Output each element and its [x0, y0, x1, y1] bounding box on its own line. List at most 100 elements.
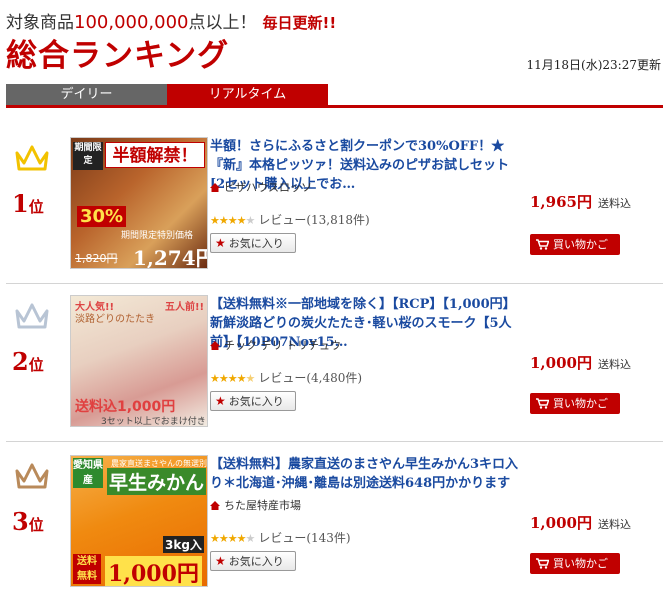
price: 1,000円 送料込	[530, 512, 631, 533]
rating-stars: ★★★★★	[210, 214, 255, 227]
ranking-tabs: デイリー リアルタイム	[6, 84, 663, 108]
update-timestamp: 11月18日(水)23:27更新	[526, 58, 662, 72]
cart-wheel-left	[539, 247, 543, 250]
review-count-link[interactable]: レビュー(4,480件)	[258, 371, 362, 385]
thumb-top-right: 五人前!!	[165, 302, 205, 313]
thumb-free: 送料無料	[73, 554, 101, 584]
favorite-label: お気に入り	[228, 555, 284, 568]
ranking-item: 1位 期間限定 半額解禁！ 30% 期間限定特別価格 1,820円 1,274円…	[6, 137, 663, 272]
house-shape	[210, 501, 220, 510]
house-shape	[210, 341, 220, 350]
cart-icon	[536, 398, 549, 409]
thumb-label-main: 早生みかん	[107, 468, 207, 495]
thumb-pct: 30%	[77, 206, 127, 227]
thumb-price: 1,000円	[105, 556, 202, 586]
rating-stars: ★★★★★	[210, 372, 255, 385]
favorite-label: お気に入り	[228, 237, 284, 250]
shop-link[interactable]: ちた屋特産市場	[210, 497, 301, 513]
item-divider	[6, 441, 663, 442]
shop-name: ちた屋特産市場	[224, 499, 301, 512]
rank-unit: 位	[28, 198, 44, 216]
favorite-star-icon: ★	[215, 394, 226, 408]
silver-crown-icon	[15, 303, 49, 329]
item-divider	[6, 283, 663, 284]
cart-wheel-left	[539, 566, 543, 569]
product-title-link[interactable]: 【送料無料】農家直送のまさやん早生みかん3キロ入り＊北海道･沖縄･離島は別途送料…	[210, 455, 528, 493]
cart-label: 買い物かご	[553, 557, 608, 570]
review-count-link[interactable]: レビュー(143件)	[258, 531, 350, 545]
house-shape	[210, 183, 220, 192]
page-title: 総合ランキング	[6, 38, 230, 74]
thumb-note: 3セット以上でおまけ付き	[101, 417, 206, 427]
ranking-header: 対象商品100,000,000点以上！ 毎日更新!! 総合ランキング 11月18日…	[0, 0, 669, 82]
price: 1,000円 送料込	[530, 352, 631, 373]
tab-daily[interactable]: デイリー	[6, 84, 167, 105]
product-thumbnail[interactable]: 愛知県産 農家直送まさやんの無選別 早生みかん 3kg入 送料無料 1,000円	[70, 455, 208, 587]
cart-label: 買い物かご	[553, 397, 608, 410]
thumb-bottom: 送料込1,000円	[75, 399, 176, 415]
crown-shape	[15, 303, 49, 329]
shipping-label: 送料込	[597, 197, 631, 210]
favorite-button[interactable]: ★ お気に入り	[210, 233, 296, 253]
thumb-kg: 3kg入	[163, 536, 204, 553]
price: 1,965円 送料込	[530, 191, 631, 212]
crown-shape	[15, 463, 49, 489]
rank-label: 1位	[12, 189, 44, 218]
thumb-banner: 半額解禁！	[105, 142, 205, 168]
thumb-tag: 期間限定	[73, 142, 103, 170]
cart-wheel-right	[544, 247, 548, 250]
price-value: 1,965円	[530, 193, 592, 211]
price-value: 1,000円	[530, 354, 592, 372]
cart-shape	[536, 558, 549, 566]
shop-name: チック デリ トリチュウ	[224, 339, 341, 352]
rank-number: 2	[12, 347, 29, 376]
review-count-link[interactable]: レビュー(13,818件)	[258, 213, 369, 227]
rating-row: ★★★★★ レビュー(4,480件)	[210, 369, 362, 386]
tab-realtime[interactable]: リアルタイム	[167, 84, 328, 105]
rank-label: 3位	[12, 507, 44, 536]
rank-number: 1	[12, 189, 29, 218]
favorite-button[interactable]: ★ お気に入り	[210, 391, 296, 411]
shop-link[interactable]: チック デリ トリチュウ	[210, 337, 341, 353]
add-to-cart-button[interactable]: 買い物かご	[530, 234, 620, 255]
favorite-label: お気に入り	[228, 395, 284, 408]
ranking-item: 2位 大人気!! 五人前!! 淡路どりのたたき 送料込1,000円 3セット以上…	[6, 295, 663, 430]
rank-unit: 位	[28, 356, 44, 374]
gold-crown-icon	[15, 145, 49, 171]
thumb-new-price: 1,274円	[133, 246, 208, 269]
shop-house-icon	[210, 183, 220, 192]
add-to-cart-button[interactable]: 買い物かご	[530, 553, 620, 574]
add-to-cart-button[interactable]: 買い物かご	[530, 393, 620, 414]
favorite-star-icon: ★	[215, 236, 226, 250]
cart-icon	[536, 239, 549, 250]
rank-label: 2位	[12, 347, 44, 376]
shop-house-icon	[210, 501, 220, 510]
shop-link[interactable]: ピザハウスロッソ	[210, 179, 312, 195]
thumb-caption: 期間限定特別価格	[121, 231, 194, 241]
favorite-star-icon: ★	[215, 554, 226, 568]
product-thumbnail[interactable]: 大人気!! 五人前!! 淡路どりのたたき 送料込1,000円 3セット以上でおま…	[70, 295, 208, 427]
tagline-update: 毎日更新!!	[262, 14, 337, 32]
rank-number: 3	[12, 507, 29, 536]
crown-shape	[15, 145, 49, 171]
rating-row: ★★★★★ レビュー(13,818件)	[210, 211, 370, 228]
product-thumbnail[interactable]: 期間限定 半額解禁！ 30% 期間限定特別価格 1,820円 1,274円	[70, 137, 208, 269]
cart-wheel-right	[544, 406, 548, 409]
thumb-label-left: 愛知県産	[73, 458, 103, 488]
thumb-sub: 淡路どりのたたき	[75, 314, 155, 325]
ranking-item: 3位 愛知県産 農家直送まさやんの無選別 早生みかん 3kg入 送料無料 1,0…	[6, 455, 663, 595]
cart-label: 買い物かご	[553, 238, 608, 251]
thumb-old-price: 1,820円	[75, 252, 118, 265]
bronze-crown-icon	[15, 463, 49, 489]
shipping-label: 送料込	[597, 518, 631, 531]
shipping-label: 送料込	[597, 358, 631, 371]
cart-icon	[536, 558, 549, 569]
rank-unit: 位	[28, 516, 44, 534]
rating-row: ★★★★★ レビュー(143件)	[210, 529, 351, 546]
cart-wheel-right	[544, 566, 548, 569]
favorite-button[interactable]: ★ お気に入り	[210, 551, 296, 571]
shop-name: ピザハウスロッソ	[224, 181, 312, 194]
price-value: 1,000円	[530, 514, 592, 532]
rating-stars: ★★★★★	[210, 532, 255, 545]
shop-house-icon	[210, 341, 220, 350]
